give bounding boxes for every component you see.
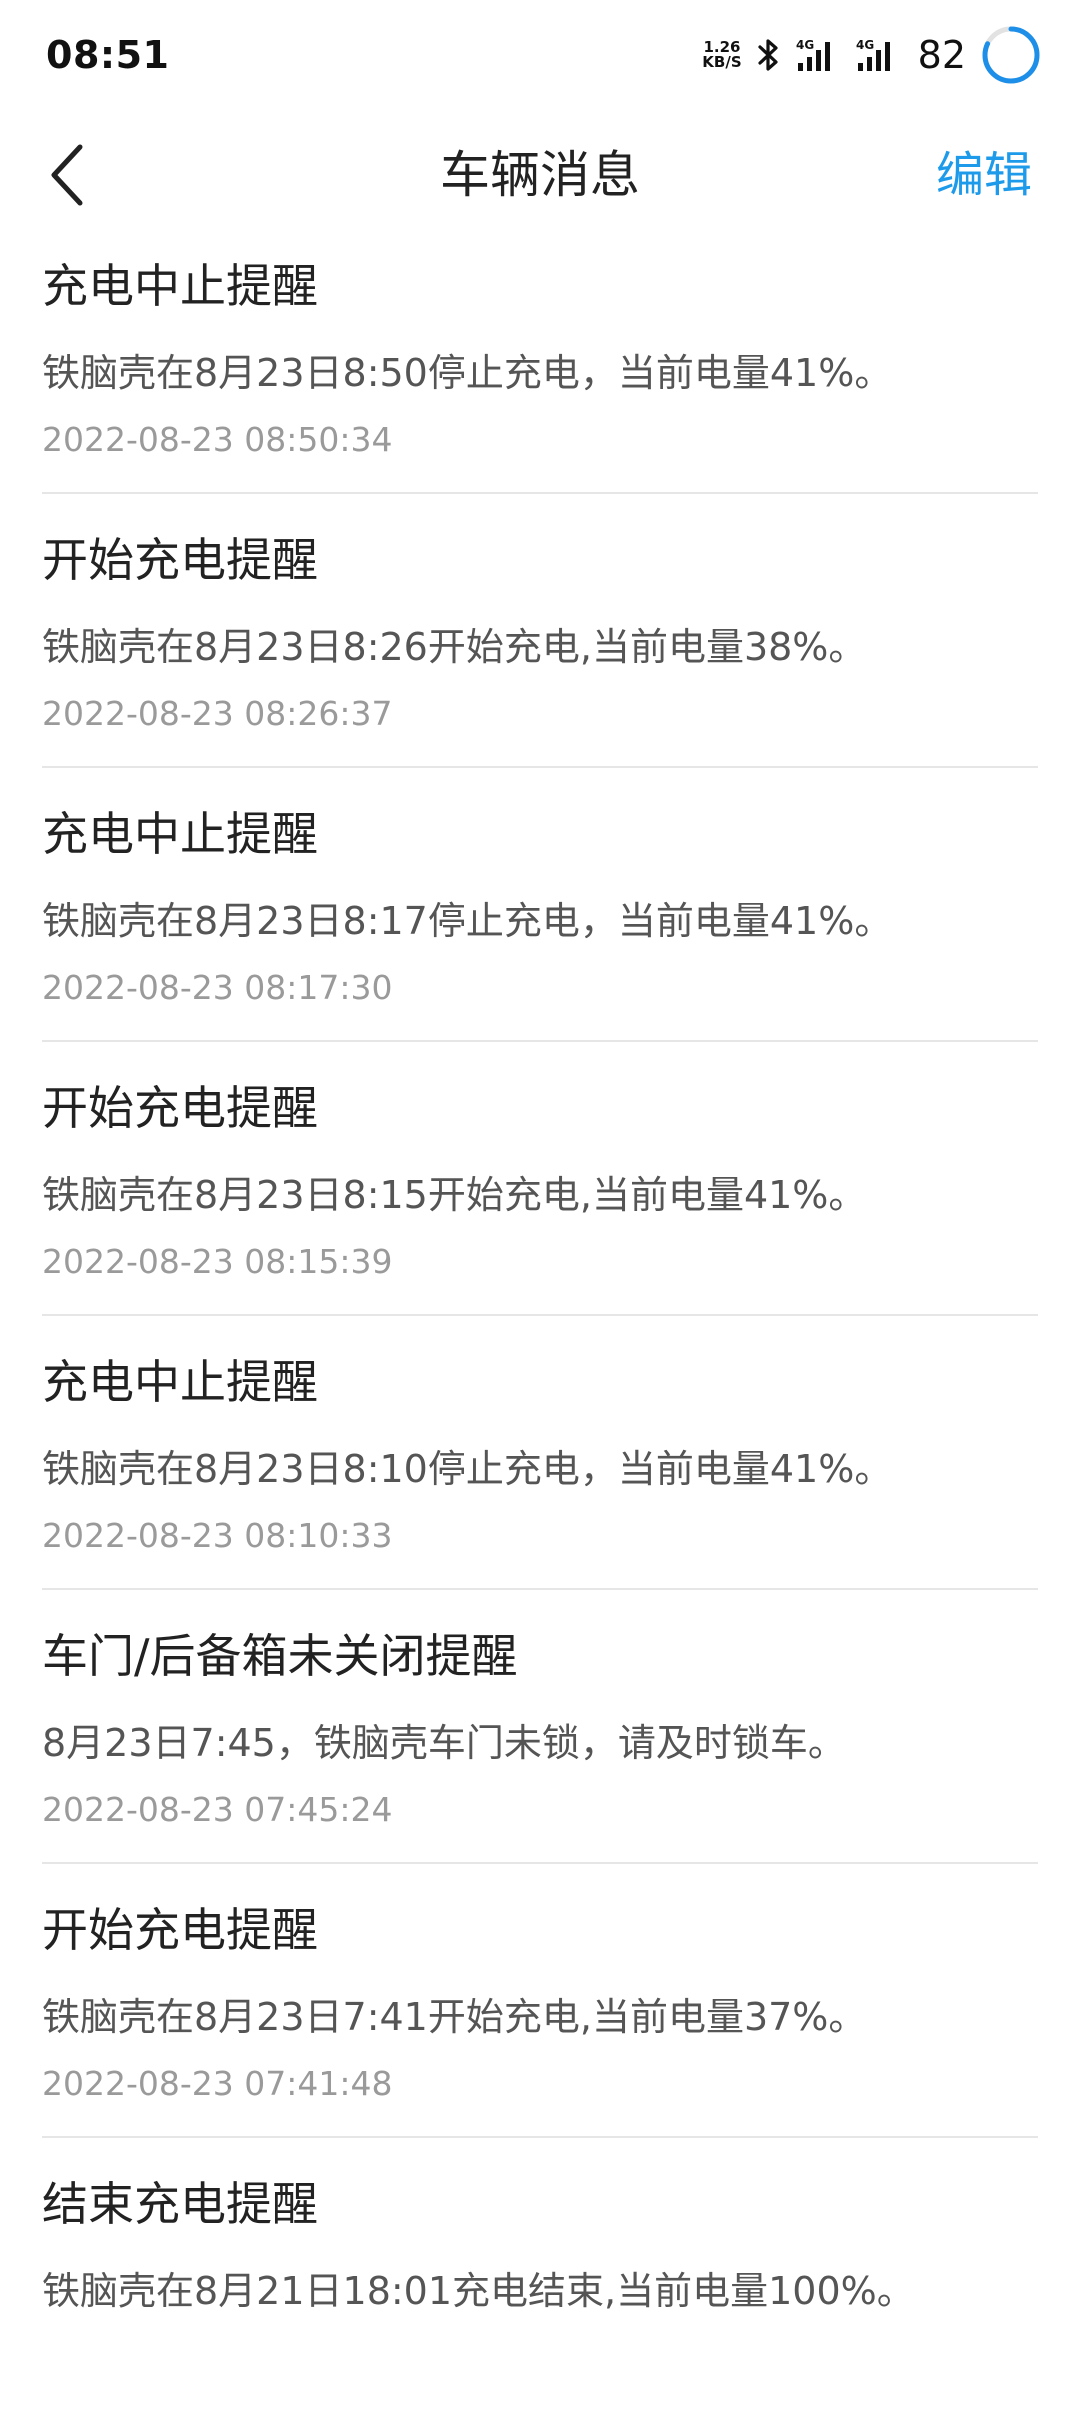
list-item[interactable]: 开始充电提醒 铁脑壳在8月23日8:15开始充电,当前电量41%。 2022-0… [42,1042,1038,1316]
message-title: 充电中止提醒 [42,807,318,861]
message-content: 8月23日7:45，铁脑壳车门未锁，请及时锁车。 [42,1721,846,1765]
message-time: 2022-08-23 07:41:48 [42,2064,393,2103]
signal-label: 4G [796,38,814,52]
message-title: 开始充电提醒 [42,1903,318,1957]
status-bar: 08:51 1.26 KB/S 4G 4G 82 [0,0,1080,110]
message-title: 充电中止提醒 [42,1355,318,1409]
status-icons: 1.26 KB/S 4G 4G 82 [702,24,1042,86]
signal-label: 4G [856,38,874,52]
list-item[interactable]: 开始充电提醒 铁脑壳在8月23日8:26开始充电,当前电量38%。 2022-0… [42,494,1038,768]
list-item[interactable]: 充电中止提醒 铁脑壳在8月23日8:17停止充电，当前电量41%。 2022-0… [42,768,1038,1042]
message-title: 车门/后备箱未关闭提醒 [42,1629,518,1683]
network-speed-unit: KB/S [702,53,742,71]
message-title: 开始充电提醒 [42,533,318,587]
list-item[interactable]: 开始充电提醒 铁脑壳在8月23日7:41开始充电,当前电量37%。 2022-0… [42,1864,1038,2138]
battery-ring-icon [980,24,1042,86]
list-item[interactable]: 结束充电提醒 铁脑壳在8月21日18:01充电结束,当前电量100%。 [42,2138,1038,2412]
back-button[interactable] [46,130,126,220]
message-content: 铁脑壳在8月23日8:15开始充电,当前电量41%。 [42,1173,867,1217]
chevron-left-icon [51,144,83,206]
message-content: 铁脑壳在8月23日7:41开始充电,当前电量37%。 [42,1995,867,2039]
network-speed: 1.26 KB/S [702,40,741,70]
list-item[interactable]: 车门/后备箱未关闭提醒 8月23日7:45，铁脑壳车门未锁，请及时锁车。 202… [42,1590,1038,1864]
message-title: 充电中止提醒 [42,259,318,313]
message-time: 2022-08-23 07:45:24 [42,1790,393,1829]
signal-4g-icon: 4G [796,37,842,73]
message-time: 2022-08-23 08:10:33 [42,1516,393,1555]
message-content: 铁脑壳在8月23日8:10停止充电，当前电量41%。 [42,1447,893,1491]
bluetooth-icon [756,37,782,73]
list-item[interactable]: 充电中止提醒 铁脑壳在8月23日8:10停止充电，当前电量41%。 2022-0… [42,1316,1038,1590]
message-time: 2022-08-23 08:17:30 [42,968,393,1007]
message-content: 铁脑壳在8月21日18:01充电结束,当前电量100%。 [42,2269,915,2313]
message-content: 铁脑壳在8月23日8:50停止充电，当前电量41%。 [42,351,893,395]
message-title: 开始充电提醒 [42,1081,318,1135]
list-item[interactable]: 充电中止提醒 铁脑壳在8月23日8:50停止充电，当前电量41%。 2022-0… [42,220,1038,494]
message-title: 结束充电提醒 [42,2177,318,2231]
message-time: 2022-08-23 08:15:39 [42,1242,393,1281]
signal-4g-icon: 4G [856,37,902,73]
status-time: 08:51 [46,33,170,77]
message-list: 充电中止提醒 铁脑壳在8月23日8:50停止充电，当前电量41%。 2022-0… [0,220,1080,2412]
message-time: 2022-08-23 08:26:37 [42,694,393,733]
message-content: 铁脑壳在8月23日8:26开始充电,当前电量38%。 [42,625,867,669]
message-time: 2022-08-23 08:50:34 [42,420,393,459]
battery-level: 82 [917,33,966,77]
message-content: 铁脑壳在8月23日8:17停止充电，当前电量41%。 [42,899,893,943]
